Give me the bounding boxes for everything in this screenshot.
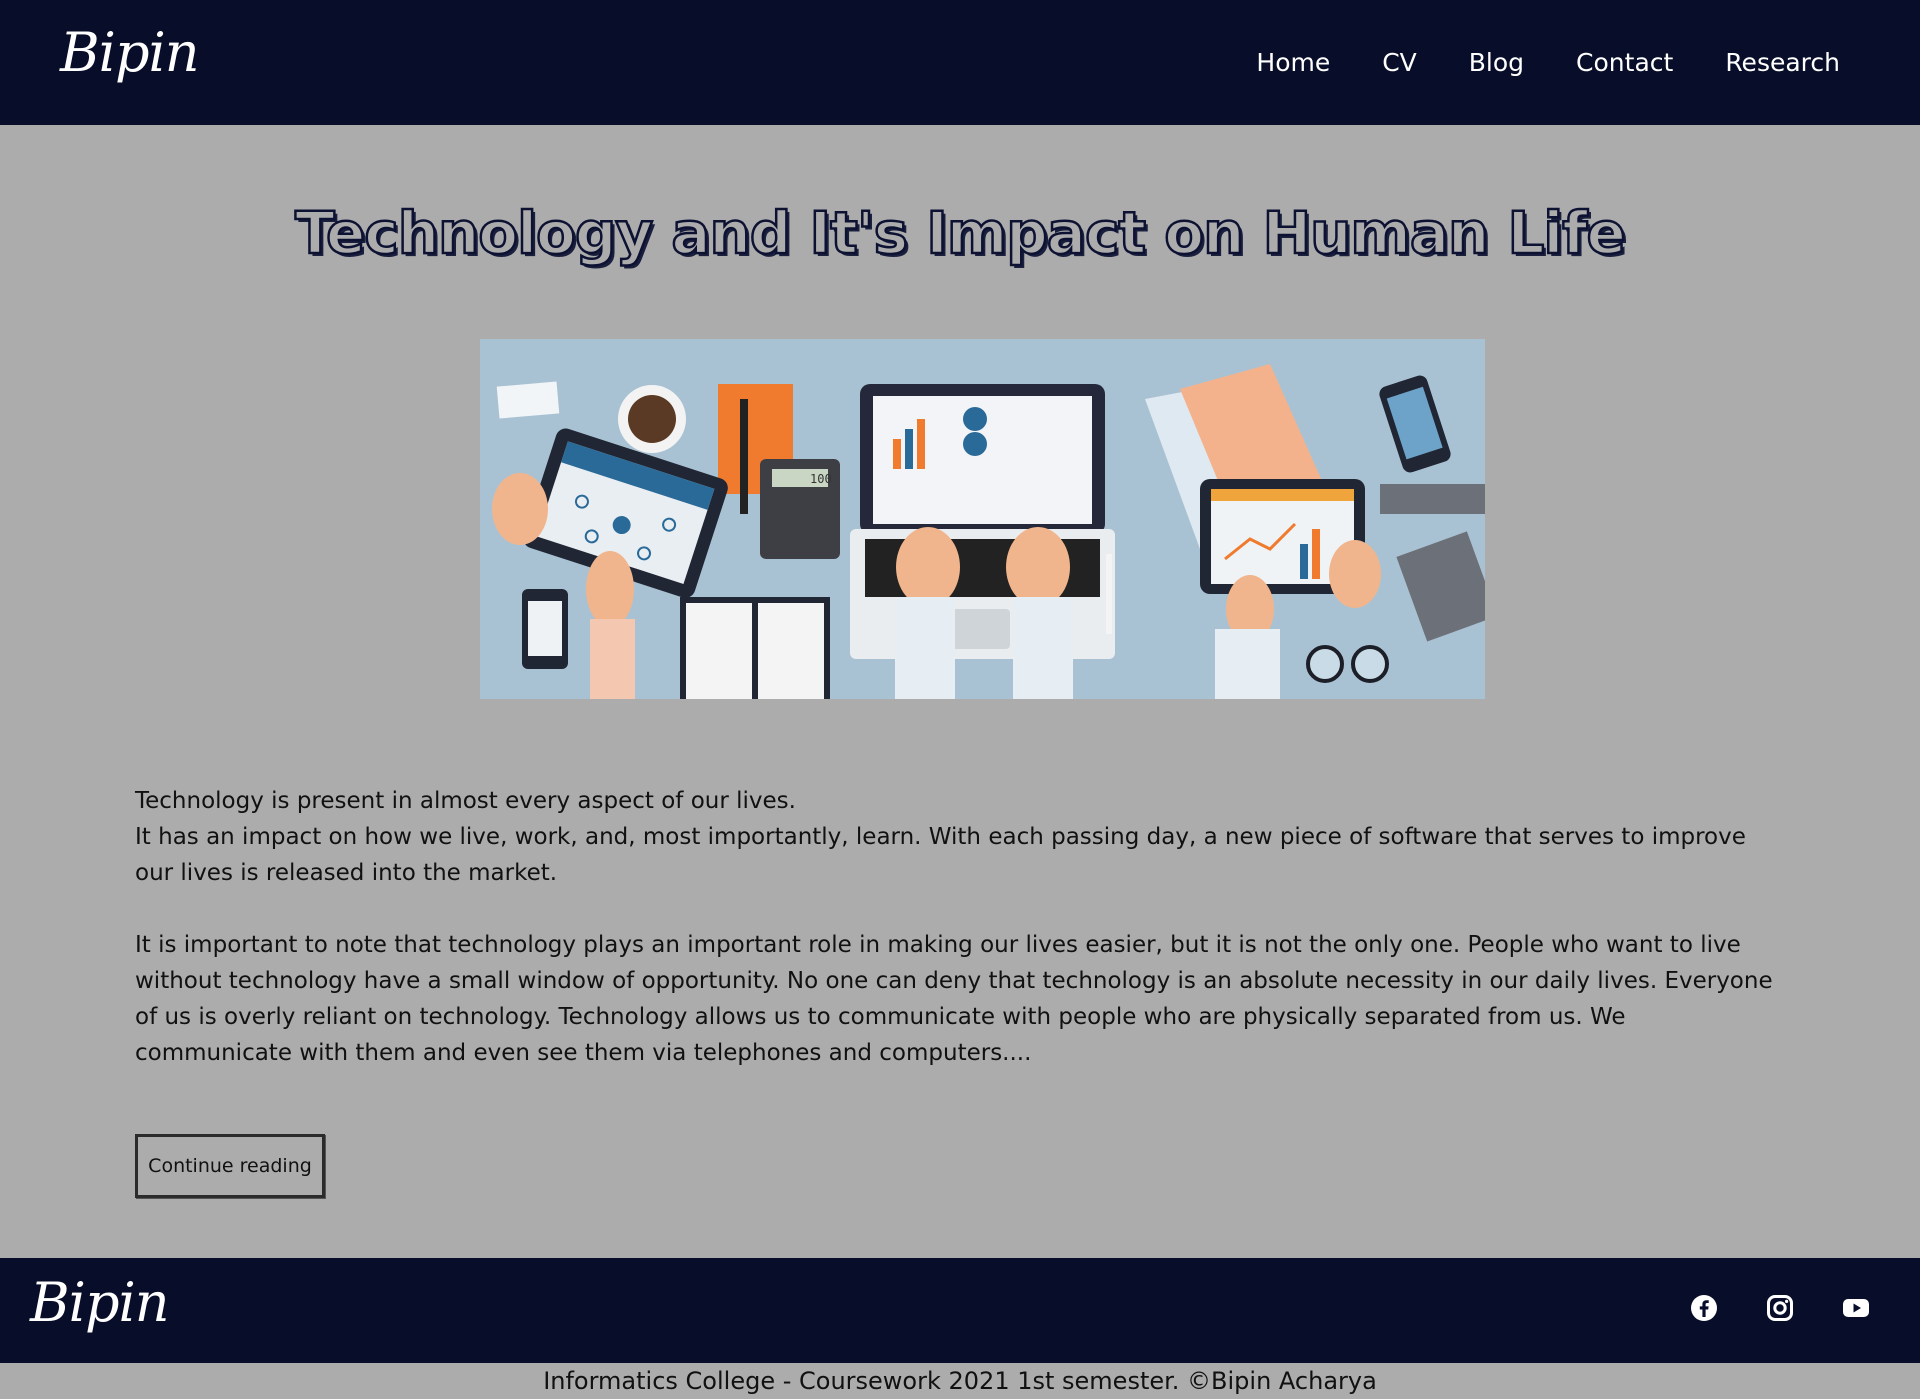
site-header: Bipin Home CV Blog Contact Research — [0, 0, 1920, 125]
paragraph-1-line-1: Technology is present in almost every as… — [135, 788, 796, 814]
article-paragraph-1: Technology is present in almost every as… — [135, 783, 1785, 891]
facebook-icon[interactable] — [1690, 1294, 1718, 1322]
nav-research[interactable]: Research — [1725, 48, 1840, 78]
article-paragraph-2: It is important to note that technology … — [135, 932, 1773, 1066]
footer-logo[interactable]: Bipin — [30, 1276, 170, 1330]
main-nav: Home CV Blog Contact Research — [1256, 48, 1840, 78]
nav-blog[interactable]: Blog — [1469, 48, 1524, 78]
calculator-display: 100 — [810, 472, 832, 486]
instagram-icon[interactable] — [1766, 1294, 1794, 1322]
article-title: Technology and It's Impact on Human Life — [294, 198, 1627, 269]
nav-cv[interactable]: CV — [1382, 48, 1417, 78]
nav-contact[interactable]: Contact — [1576, 48, 1673, 78]
footer-copyright: Informatics College - Coursework 2021 1s… — [543, 1367, 1377, 1395]
paragraph-1-line-2: It has an impact on how we live, work, a… — [135, 824, 1746, 886]
site-footer: Bipin — [0, 1258, 1920, 1363]
youtube-icon[interactable] — [1842, 1294, 1870, 1322]
article-body: Technology is present in almost every as… — [135, 783, 1785, 1107]
site-logo[interactable]: Bipin — [60, 26, 200, 80]
social-links — [1690, 1294, 1870, 1322]
article-hero-image: 100 — [480, 339, 1485, 699]
continue-reading-button[interactable]: Continue reading — [135, 1134, 325, 1198]
nav-home[interactable]: Home — [1256, 48, 1330, 78]
